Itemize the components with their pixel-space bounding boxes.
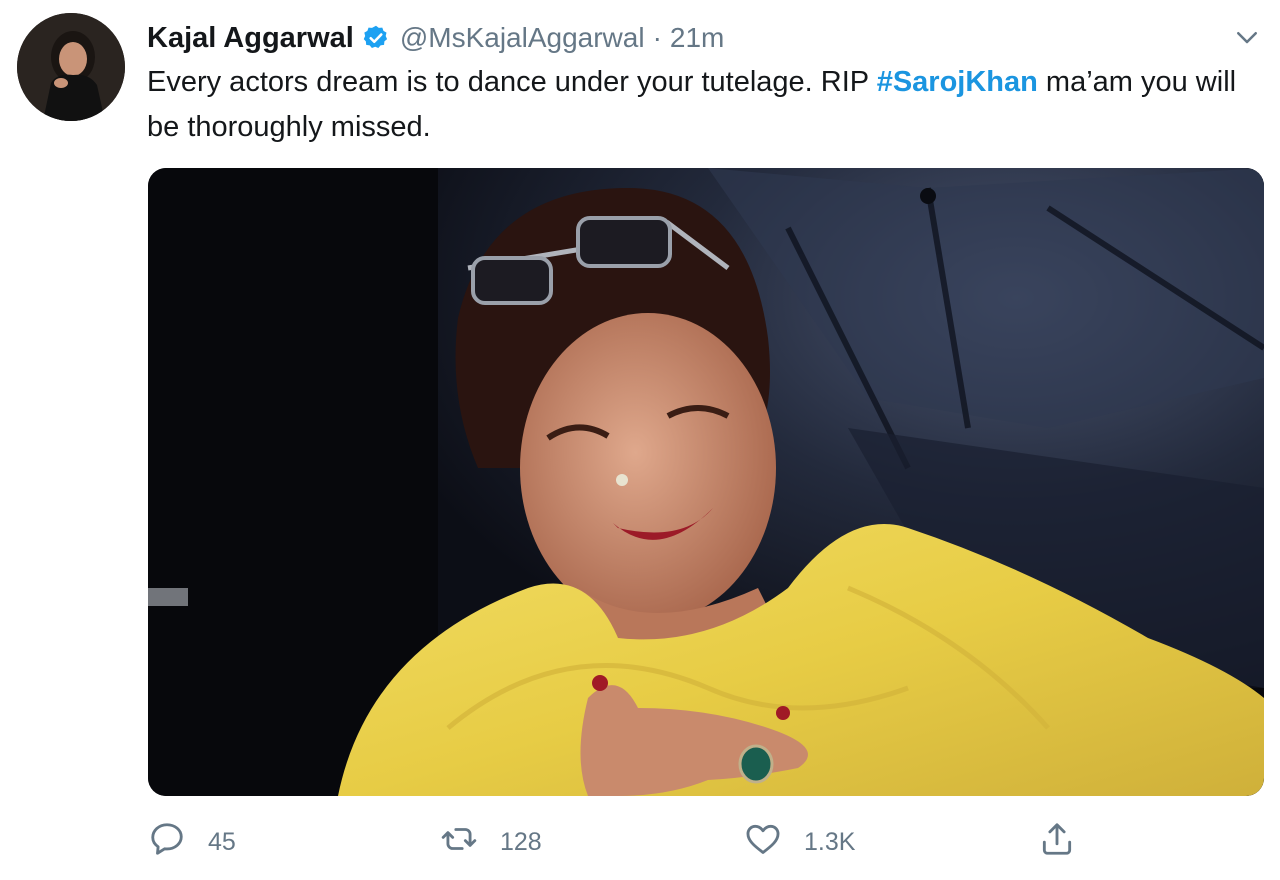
- tweet-media-photo[interactable]: [148, 168, 1264, 796]
- like-button[interactable]: 1.3K: [744, 818, 855, 866]
- reply-icon: [148, 820, 186, 865]
- tweet-card[interactable]: Kajal Aggarwal @MsKajalAggarwal · 21m Ev…: [0, 0, 1280, 880]
- share-icon: [1038, 820, 1076, 865]
- verified-badge-icon: [362, 24, 390, 52]
- author-name[interactable]: Kajal Aggarwal: [147, 22, 354, 55]
- like-count: 1.3K: [804, 827, 856, 856]
- retweet-count: 128: [500, 827, 542, 856]
- tweet-text: Every actors dream is to dance under you…: [147, 60, 1262, 150]
- tweet-text-start: Every actors dream is to dance under you…: [147, 66, 877, 98]
- tweet-header: Kajal Aggarwal @MsKajalAggarwal · 21m: [147, 16, 724, 60]
- share-button[interactable]: [1038, 818, 1076, 866]
- hashtag-link[interactable]: #SarojKhan: [877, 66, 1038, 98]
- retweet-icon: [440, 820, 478, 865]
- retweet-button[interactable]: 128: [440, 818, 542, 866]
- reply-button[interactable]: 45: [148, 818, 236, 866]
- avatar[interactable]: [17, 13, 125, 121]
- reply-count: 45: [208, 827, 236, 856]
- tweet-actions: 45 128 1.3K: [148, 818, 1264, 866]
- heart-icon: [744, 820, 782, 865]
- chevron-down-icon[interactable]: [1232, 22, 1262, 52]
- author-handle[interactable]: @MsKajalAggarwal: [400, 22, 645, 54]
- tweet-timestamp[interactable]: 21m: [670, 22, 724, 54]
- separator-dot: ·: [652, 22, 662, 53]
